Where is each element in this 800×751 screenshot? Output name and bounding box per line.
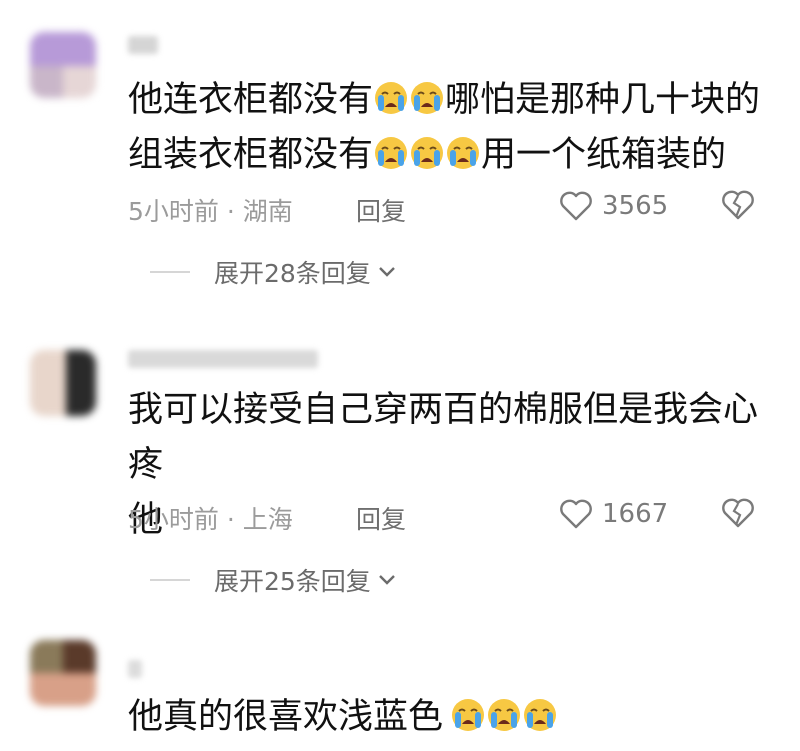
comment-text-part: 我可以接受自己穿两百的棉服但是我会心疼: [128, 390, 759, 485]
comment-text-part: 组装衣柜都没有: [128, 135, 374, 175]
comment-text-part: 他真的很喜欢浅蓝色: [128, 697, 444, 737]
like-button[interactable]: 3565: [558, 186, 668, 226]
chevron-down-icon: [378, 267, 395, 277]
heart-outline-icon: [560, 499, 592, 529]
heart-outline-icon: [560, 191, 592, 221]
avatar[interactable]: [30, 32, 96, 98]
dislike-button[interactable]: [720, 188, 756, 228]
broken-heart-icon: [722, 190, 754, 220]
like-count: 3565: [602, 191, 669, 221]
expand-replies-label: 展开25条回复: [214, 567, 371, 596]
comment-text-part: 哪怕是那种几十块的: [445, 80, 761, 120]
like-button[interactable]: 1667: [558, 494, 668, 534]
expand-replies-button[interactable]: 展开25条回复: [150, 562, 397, 598]
comment-text: 他连衣柜都没有 哪怕是那种几十块的 组装衣柜都没有 用一个纸箱装的: [128, 73, 768, 183]
expand-replies-button[interactable]: 展开28条回复: [150, 254, 397, 290]
time-location: 5小时前 · 上海: [128, 505, 293, 534]
broken-heart-icon: [722, 498, 754, 528]
crying-face-icon: [523, 698, 557, 732]
comment-text-part: 用一个纸箱装的: [481, 135, 727, 175]
reply-button[interactable]: 回复: [356, 192, 406, 228]
comment-text-part: 他连衣柜都没有: [128, 80, 374, 120]
comment-meta: 5小时前 · 上海 回复 1667: [128, 494, 768, 534]
crying-face-icon: [374, 136, 408, 170]
comment-meta: 5小时前 · 湖南 回复 3565: [128, 186, 768, 226]
crying-face-icon: [410, 81, 444, 115]
username[interactable]: [128, 660, 142, 678]
chevron-down-icon: [378, 575, 395, 585]
crying-face-icon: [446, 136, 480, 170]
dislike-button[interactable]: [720, 496, 756, 536]
reply-button[interactable]: 回复: [356, 500, 406, 536]
divider-line: [150, 579, 190, 581]
comment-text: 他真的很喜欢浅蓝色: [128, 690, 768, 745]
username[interactable]: [128, 36, 158, 54]
username[interactable]: [128, 350, 318, 368]
crying-face-icon: [451, 698, 485, 732]
avatar[interactable]: [30, 350, 96, 416]
time-location: 5小时前 · 湖南: [128, 197, 293, 226]
like-count: 1667: [602, 499, 669, 529]
divider-line: [150, 271, 190, 273]
avatar[interactable]: [30, 640, 96, 706]
crying-face-icon: [374, 81, 408, 115]
crying-face-icon: [487, 698, 521, 732]
crying-face-icon: [410, 136, 444, 170]
expand-replies-label: 展开28条回复: [214, 259, 371, 288]
